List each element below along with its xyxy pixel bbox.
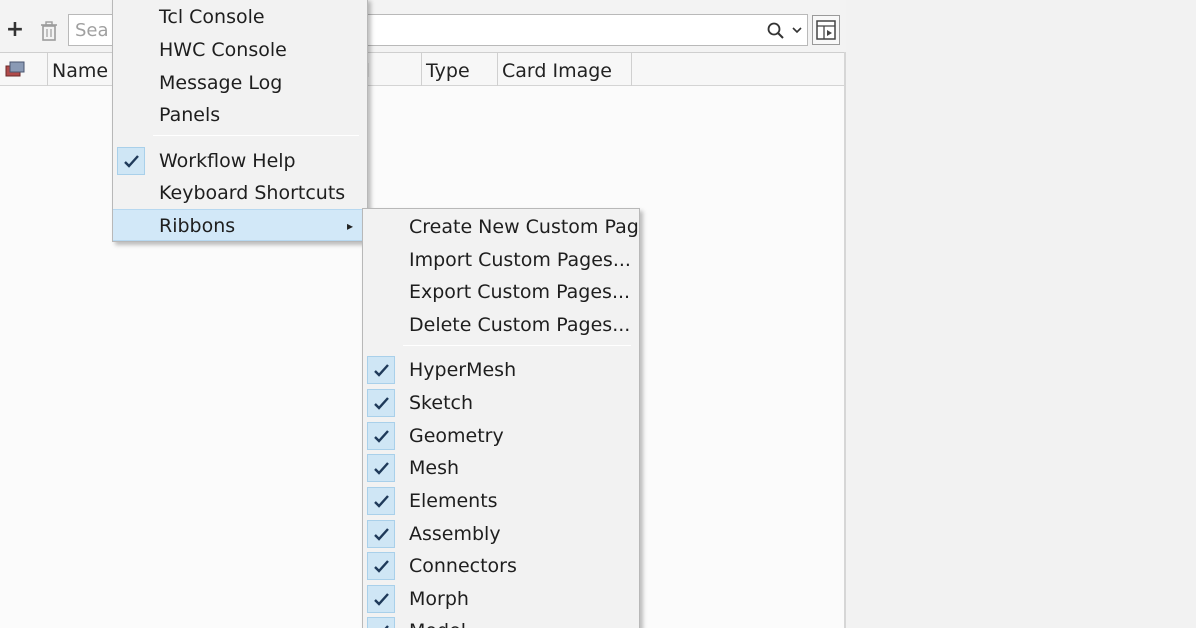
check-box (367, 617, 395, 628)
ribbons-submenu: Create New Custom Page Import Custom Pag… (362, 208, 640, 628)
menu-item-workflow-help[interactable]: Workflow Help (113, 145, 367, 177)
check-icon (374, 593, 389, 606)
menu-item-ribbon-connectors[interactable]: Connectors (363, 550, 639, 582)
check-icon (374, 364, 389, 377)
check-icon (374, 430, 389, 443)
menu-item-ribbon-geometry[interactable]: Geometry (363, 420, 639, 452)
menu-item-keyboard-shortcuts[interactable]: Keyboard Shortcuts (113, 177, 367, 209)
check-icon (374, 528, 389, 541)
check-icon (374, 560, 389, 573)
menu-item-ribbon-sketch[interactable]: Sketch (363, 387, 639, 419)
menu-item-ribbons[interactable]: Ribbons ▸ (113, 209, 367, 241)
menu-item-create-custom-page[interactable]: Create New Custom Page (363, 211, 639, 243)
check-icon (374, 462, 389, 475)
menu-item-export-custom-pages[interactable]: Export Custom Pages... (363, 276, 639, 308)
search-icon[interactable] (766, 21, 786, 41)
menu-item-delete-custom-pages[interactable]: Delete Custom Pages... (363, 309, 639, 341)
check-icon (374, 495, 389, 508)
chevron-right-icon: ▸ (346, 219, 353, 233)
check-box (117, 147, 145, 175)
menu-separator (153, 135, 359, 136)
check-box (367, 356, 395, 384)
column-card-image[interactable]: Card Image (498, 53, 632, 86)
check-box (367, 487, 395, 515)
layout-icon (816, 20, 836, 40)
check-box (367, 585, 395, 613)
menu-item-hwc-console[interactable]: HWC Console (113, 34, 367, 66)
panel-border (844, 52, 846, 628)
menu-item-ribbon-morph[interactable]: Morph (363, 583, 639, 615)
menu-item-message-log[interactable]: Message Log (113, 67, 367, 99)
check-icon (374, 397, 389, 410)
delete-button[interactable] (40, 20, 58, 42)
menu-item-ribbon-model[interactable]: Model (363, 615, 639, 628)
check-icon (124, 155, 139, 168)
layout-button[interactable] (812, 15, 840, 45)
view-menu: Tcl Console HWC Console Message Log Pane… (112, 0, 368, 242)
menu-separator (403, 345, 631, 346)
entity-icon (5, 61, 25, 77)
menu-item-ribbon-elements[interactable]: Elements (363, 485, 639, 517)
check-box (367, 552, 395, 580)
add-button[interactable]: + (4, 18, 26, 42)
menu-item-ribbon-assembly[interactable]: Assembly (363, 518, 639, 550)
check-box (367, 520, 395, 548)
menu-item-tcl-console[interactable]: Tcl Console (113, 1, 367, 33)
check-box (367, 422, 395, 450)
column-icon[interactable] (0, 53, 48, 86)
plus-icon: + (5, 17, 25, 42)
menu-item-ribbon-hypermesh[interactable]: HyperMesh (363, 354, 639, 386)
menu-item-import-custom-pages[interactable]: Import Custom Pages... (363, 244, 639, 276)
column-type[interactable]: Type (422, 53, 498, 86)
column-name[interactable]: Name (48, 53, 118, 86)
menu-item-panels[interactable]: Panels (113, 99, 367, 131)
chevron-down-icon[interactable] (791, 23, 803, 37)
check-box (367, 389, 395, 417)
menu-item-ribbon-mesh[interactable]: Mesh (363, 452, 639, 484)
check-box (367, 454, 395, 482)
trash-icon (41, 21, 57, 41)
